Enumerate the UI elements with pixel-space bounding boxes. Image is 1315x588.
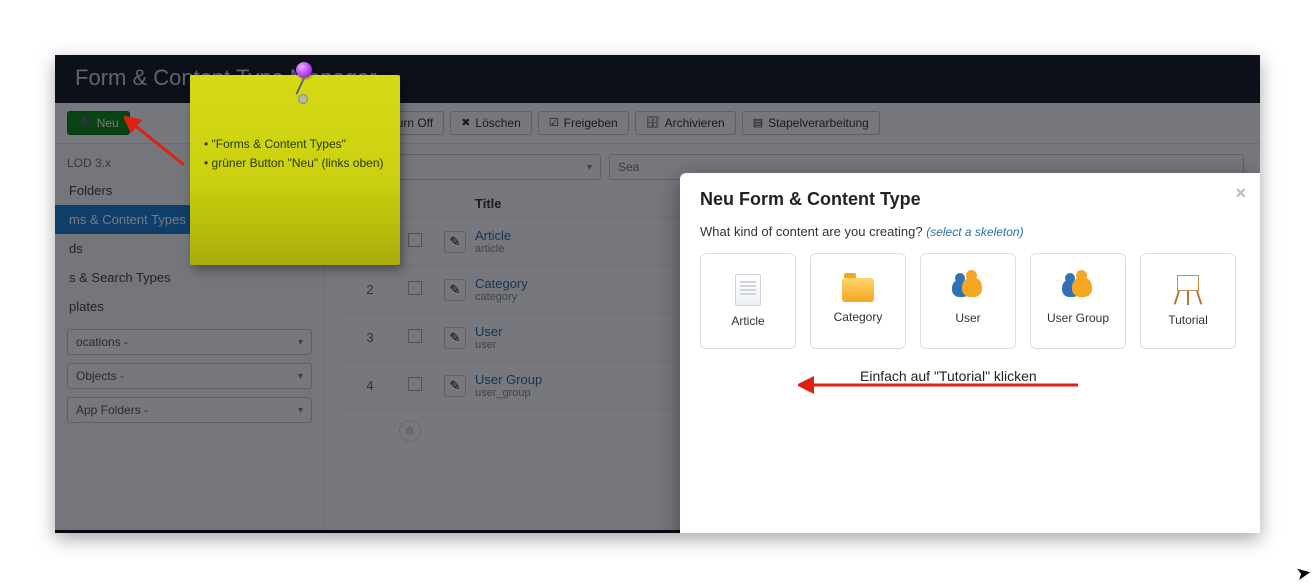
skeleton-card-category[interactable]: Category (810, 253, 906, 349)
users-icon (952, 277, 984, 303)
annotation-text: Einfach auf "Tutorial" klicken (860, 368, 1037, 384)
pushpin-icon (296, 62, 312, 104)
sticky-note: "Forms & Content Types" grüner Button "N… (190, 75, 400, 265)
note-line: grüner Button "Neu" (links oben) (204, 154, 386, 173)
close-icon[interactable]: × (1235, 183, 1246, 204)
mouse-cursor-icon: ➤ (1294, 562, 1313, 585)
skeleton-card-usergroup[interactable]: User Group (1030, 253, 1126, 349)
skeleton-card-article[interactable]: Article (700, 253, 796, 349)
modal-title: Neu Form & Content Type (700, 189, 1240, 210)
document-icon (735, 274, 761, 306)
skeleton-card-user[interactable]: User (920, 253, 1016, 349)
skeleton-card-tutorial[interactable]: Tutorial (1140, 253, 1236, 349)
modal-question: What kind of content are you creating? (… (700, 224, 1240, 239)
note-line: "Forms & Content Types" (204, 135, 386, 154)
new-content-type-modal: × Neu Form & Content Type What kind of c… (680, 173, 1260, 533)
usergroup-icon (1062, 277, 1094, 303)
folder-icon (842, 278, 874, 302)
arrow-annotation-icon (124, 115, 194, 175)
easel-icon (1174, 275, 1202, 305)
modal-hint: (select a skeleton) (926, 225, 1023, 239)
